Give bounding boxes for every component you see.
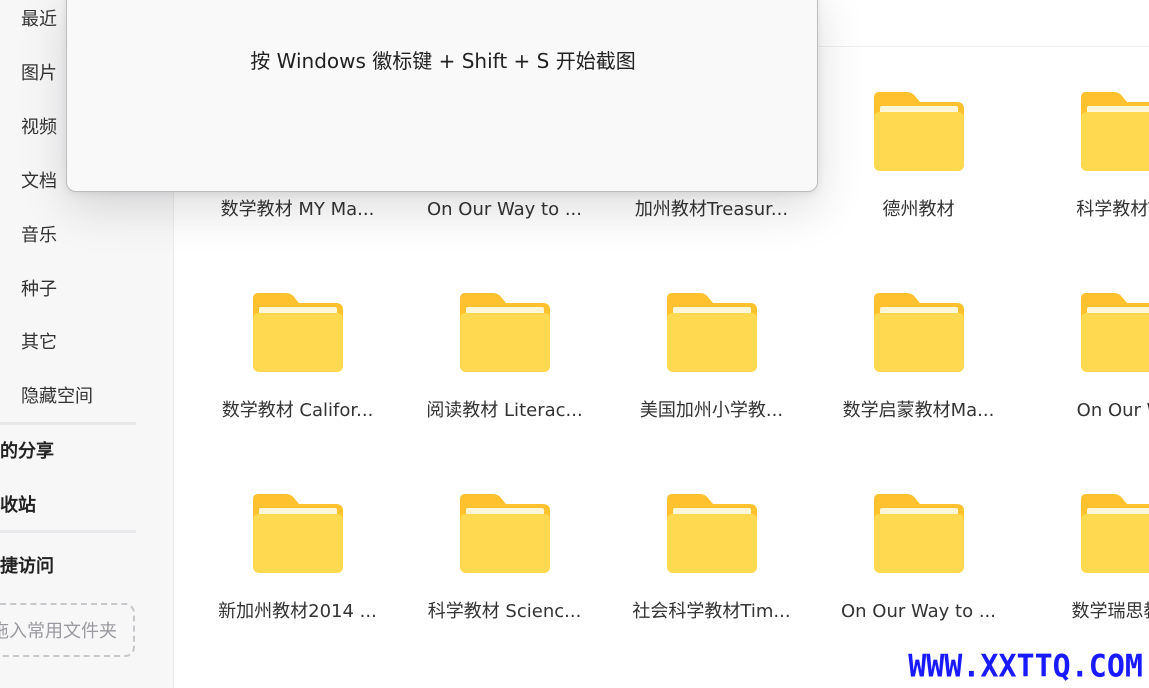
folder-name: 科学教材 Scienc... (427, 601, 582, 622)
sidebar-section-quick-access: 捷访问 (0, 556, 54, 577)
folder-name: 数学启蒙教材Ma... (842, 400, 995, 421)
folder-item[interactable]: On Our Wa (1022, 293, 1149, 443)
folder-item[interactable]: 数学瑞思教材 (1022, 494, 1149, 644)
folder-item[interactable]: 新加州教材2014 ... (194, 494, 401, 644)
sidebar-item-others[interactable]: 其它 (21, 332, 57, 354)
folder-icon (460, 293, 550, 372)
folder-icon (667, 293, 757, 372)
folder-item[interactable]: 数学启蒙教材Ma... (815, 293, 1022, 443)
folder-icon (667, 494, 757, 573)
folder-icon (874, 494, 964, 573)
folder-item[interactable]: 社会科学教材Tim... (608, 494, 815, 644)
folder-name: 数学教材 MY Ma... (220, 199, 375, 220)
sidebar-item-documents[interactable]: 文档 (21, 171, 57, 193)
folder-name: 阅读教材 Literac... (426, 400, 583, 421)
folder-icon (1081, 293, 1149, 372)
folder-name: 科学教材Ter (1076, 199, 1149, 220)
sidebar-item-recent[interactable]: 最近 (21, 9, 57, 31)
folder-name: 数学教材 Califor... (221, 400, 374, 421)
folder-name: 新加州教材2014 ... (218, 601, 377, 622)
folder-name: On Our Way to ... (426, 199, 582, 220)
folder-icon (253, 494, 343, 573)
watermark-logo: WWW.XXTTQ.COM (908, 648, 1143, 685)
folder-item[interactable]: 科学教材 Scienc... (401, 494, 608, 644)
folder-name: 德州教材 (882, 199, 955, 220)
sidebar-item-images[interactable]: 图片 (21, 63, 57, 85)
snipping-hint-message: 按 Windows 徽标键 + Shift + S 开始截图 (250, 49, 636, 73)
folder-name: 社会科学教材Tim... (632, 601, 791, 622)
folder-name: 加州教材Treasur... (634, 199, 789, 220)
sidebar-item-torrents[interactable]: 种子 (21, 279, 57, 301)
folder-icon (253, 293, 343, 372)
sidebar-item-music[interactable]: 音乐 (21, 225, 57, 247)
folder-name: 数学瑞思教材 (1071, 601, 1149, 622)
folder-icon (1081, 92, 1149, 171)
folder-item[interactable]: 数学教材 Califor... (194, 293, 401, 443)
sidebar-item-recycle-bin[interactable]: 收站 (0, 495, 36, 517)
sidebar-item-my-shares[interactable]: 的分享 (0, 441, 54, 463)
folder-name: On Our Way to ... (840, 601, 996, 622)
folder-icon (874, 92, 964, 171)
folder-item[interactable]: 科学教材Ter (1022, 92, 1149, 242)
quick-access-drop-zone[interactable]: 拖入常用文件夹 (0, 603, 135, 657)
sidebar-divider (0, 530, 136, 533)
folder-item[interactable]: 美国加州小学教... (608, 293, 815, 443)
folder-icon (460, 494, 550, 573)
sidebar-item-videos[interactable]: 视频 (21, 117, 57, 139)
folder-item[interactable]: 德州教材 (815, 92, 1022, 242)
folder-name: 美国加州小学教... (639, 400, 784, 421)
folder-item[interactable]: 阅读教材 Literac... (401, 293, 608, 443)
folder-name: On Our Wa (1076, 400, 1149, 421)
sidebar-item-hidden-space[interactable]: 隐藏空间 (21, 386, 93, 408)
folder-icon (874, 293, 964, 372)
folder-item[interactable]: On Our Way to ... (815, 494, 1022, 644)
folder-icon (1081, 494, 1149, 573)
snipping-hint-popup: 按 Windows 徽标键 + Shift + S 开始截图 (66, 0, 818, 192)
sidebar-divider (0, 422, 136, 425)
